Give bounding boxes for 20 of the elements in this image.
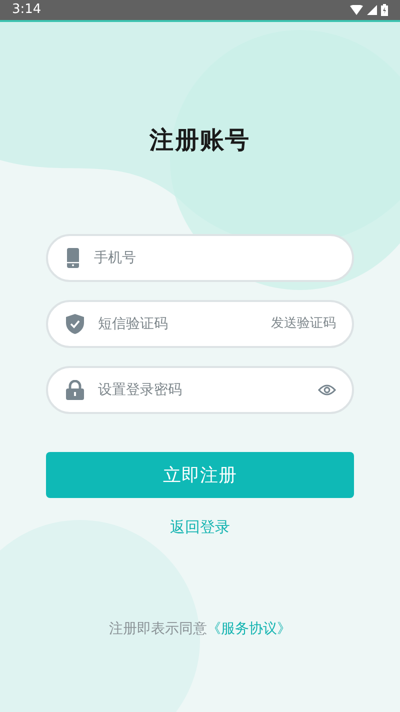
agreement-text: 注册即表示同意《服务协议》 <box>109 620 291 638</box>
shield-check-icon <box>66 314 84 334</box>
send-code-link[interactable]: 发送验证码 <box>271 314 336 334</box>
input-field[interactable]: 设置登录密码 <box>46 366 354 414</box>
back-to-login-link[interactable]: 返回登录 <box>170 516 230 538</box>
battery-icon <box>381 4 388 16</box>
input-field[interactable]: 手机号 <box>46 234 354 282</box>
text-input[interactable]: 短信验证码 <box>98 314 257 334</box>
status-time: 3:14 <box>12 1 42 20</box>
page-title: 注册账号 <box>150 125 250 156</box>
phone-icon <box>66 248 80 268</box>
wifi-icon <box>350 5 363 15</box>
text-input[interactable]: 设置登录密码 <box>98 380 304 400</box>
input-field[interactable]: 短信验证码 发送验证码 <box>46 300 354 348</box>
lock-icon <box>66 380 84 400</box>
text-input[interactable]: 手机号 <box>94 248 336 268</box>
register-button[interactable]: 立即注册 <box>46 452 354 498</box>
terms-link[interactable]: 《服务协议》 <box>207 620 291 636</box>
eye-icon[interactable] <box>318 384 336 396</box>
signal-icon <box>367 5 377 15</box>
